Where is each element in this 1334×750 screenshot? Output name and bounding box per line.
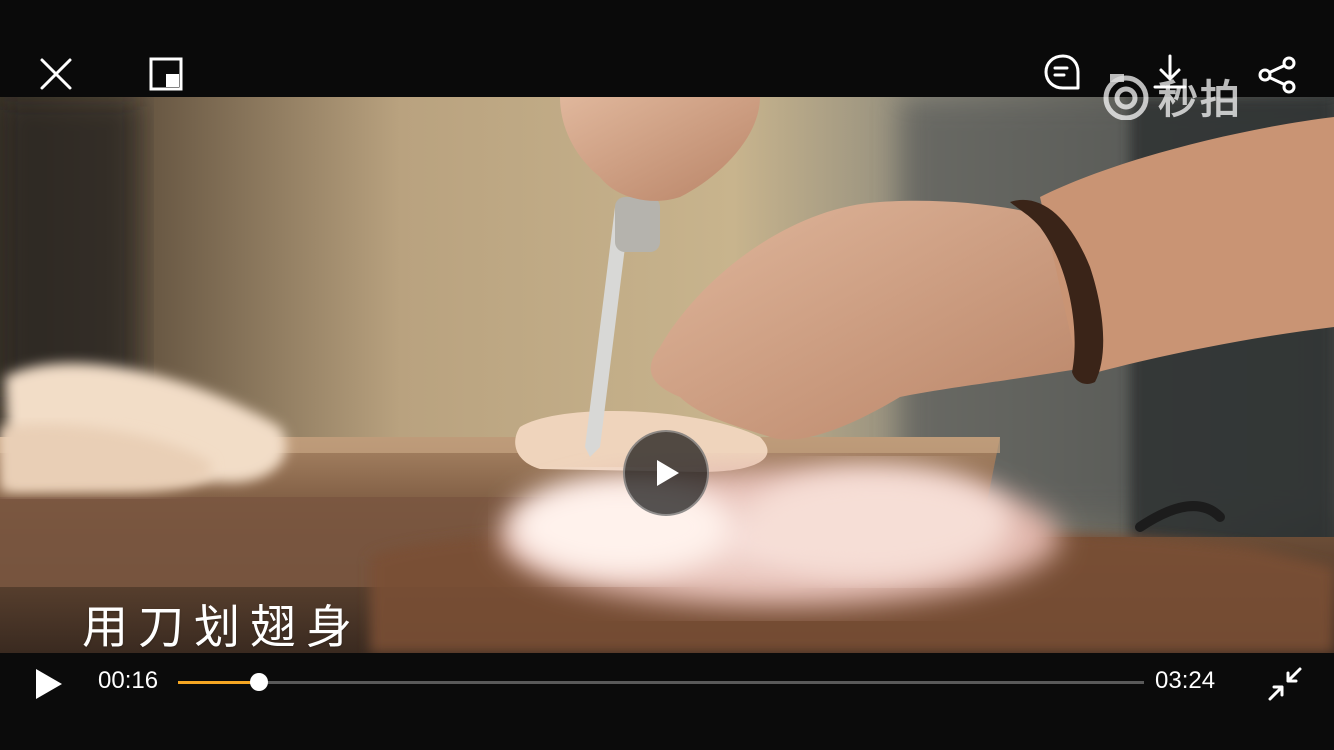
progress-thumb[interactable] [250,673,269,691]
watermark-text: 秒拍 [1158,77,1242,123]
play-icon [36,669,62,699]
video-caption: 用刀划翅身 [82,600,362,653]
progress-fill [178,681,260,684]
play-button[interactable] [30,665,68,703]
exit-fullscreen-button[interactable] [1266,665,1304,703]
comment-icon [1044,54,1080,90]
picture-in-picture-icon [149,57,183,91]
video-player: 用刀划翅身 秒拍 7145 00:16 03:24 [0,0,1334,750]
close-button[interactable] [36,54,76,94]
video-scene-image [0,97,1334,653]
camera-logo-icon [1103,74,1149,120]
close-icon [40,58,72,90]
center-play-button[interactable] [623,430,709,516]
comment-button[interactable] [1040,50,1086,96]
progress-bar[interactable] [178,673,1144,691]
total-time: 03:24 [1155,667,1216,694]
play-icon [657,460,679,486]
video-frame[interactable]: 用刀划翅身 [0,97,1334,653]
exit-fullscreen-icon [1268,667,1302,701]
current-time: 00:16 [98,667,159,694]
miaopai-watermark: 秒拍 [1100,70,1270,123]
control-bar: 00:16 03:24 [0,653,1334,750]
pip-button[interactable] [146,54,186,94]
